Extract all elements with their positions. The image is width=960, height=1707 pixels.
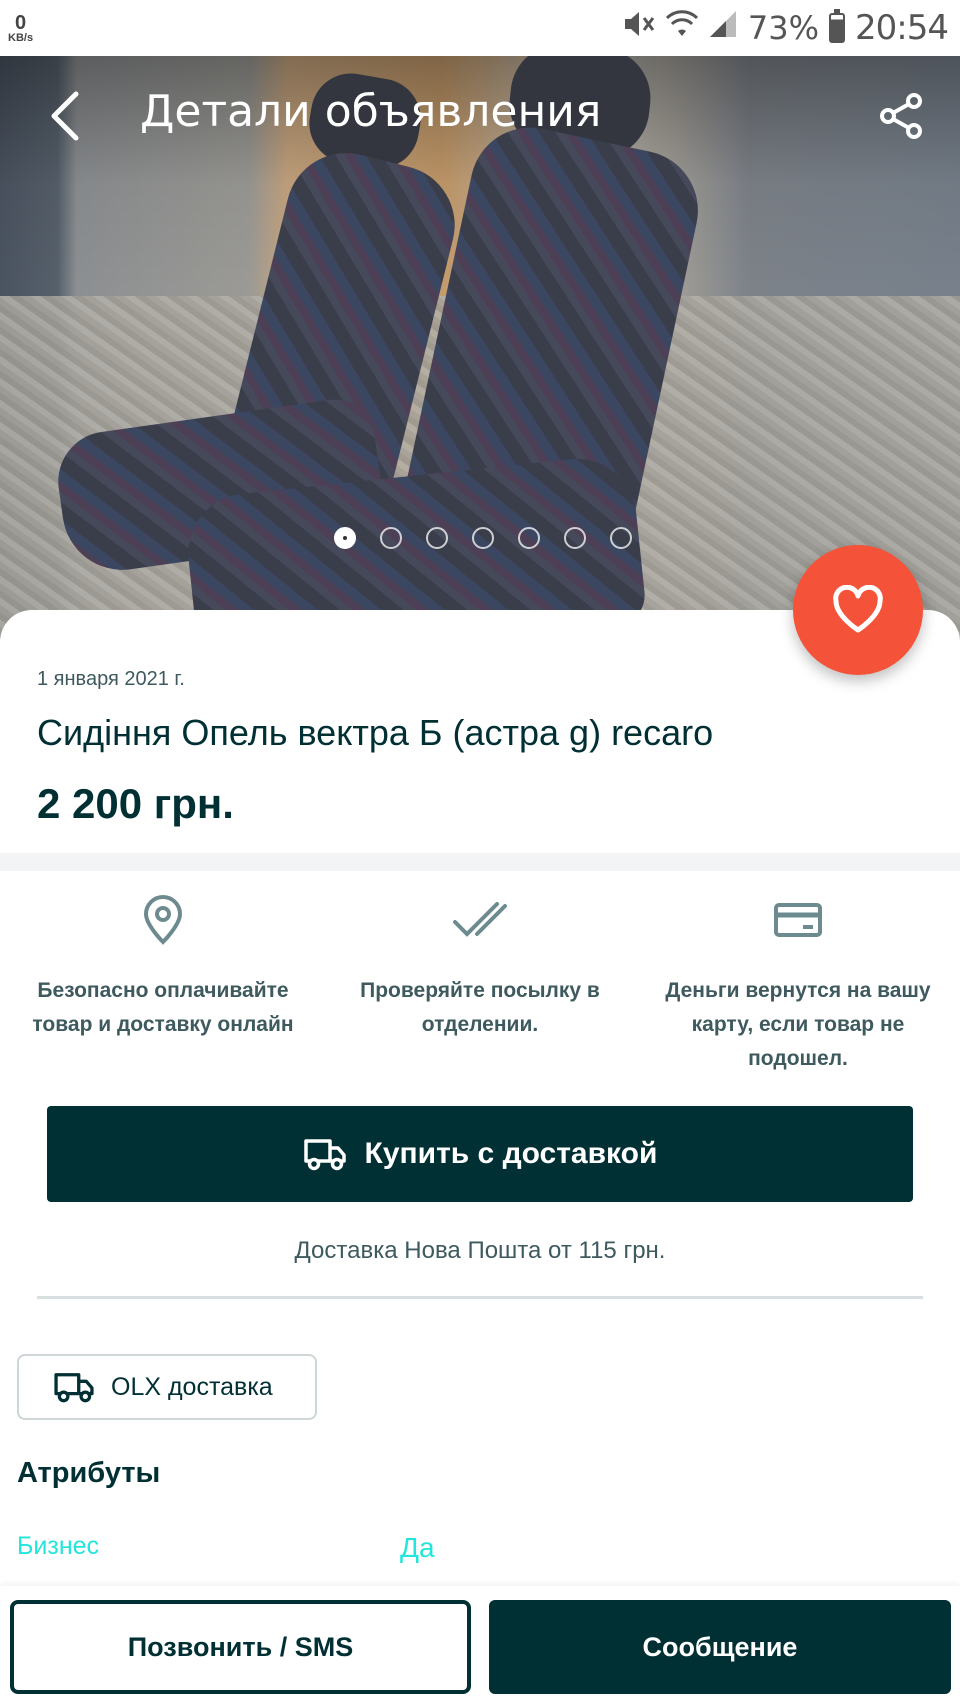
page-title: Детали объявления — [140, 86, 602, 137]
mute-icon — [622, 8, 656, 48]
ad-price: 2 200 грн. — [37, 780, 234, 827]
back-arrow-icon — [51, 91, 79, 141]
olx-delivery-badge: OLX доставка — [17, 1354, 317, 1420]
attribute-key[interactable]: Бизнес — [17, 1532, 99, 1561]
attributes-heading: Атрибуты — [17, 1457, 161, 1489]
feature-safe-payment-text: Безопасно оплачивайте товар и доставку о… — [32, 979, 294, 1036]
network-speed: 0 KB/s — [8, 13, 33, 44]
battery-percent: 73% — [747, 9, 820, 47]
olx-delivery-label: OLX доставка — [111, 1372, 273, 1401]
gallery-dot-2[interactable] — [380, 527, 402, 549]
battery-icon — [829, 9, 846, 43]
signal-icon — [708, 8, 738, 48]
message-button[interactable]: Сообщение — [489, 1600, 951, 1694]
app-bar: Детали объявления — [0, 56, 960, 186]
feature-safe-payment: Безопасно оплачивайте товар и доставку о… — [13, 890, 313, 1042]
network-speed-unit: KB/s — [8, 31, 34, 44]
divider-line — [37, 1296, 923, 1299]
gallery-dot-1[interactable] — [334, 527, 356, 549]
status-icons: 73% 20:54 — [622, 8, 949, 48]
card-icon — [774, 903, 822, 937]
share-icon — [880, 93, 922, 139]
gallery-dot-6[interactable] — [564, 527, 586, 549]
double-check-icon — [453, 902, 507, 937]
network-speed-value: 0 — [14, 11, 27, 34]
feature-check-parcel: Проверяйте посылку в отделении. — [330, 890, 630, 1042]
back-button[interactable] — [40, 86, 90, 146]
feature-money-back-text: Деньги вернутся на вашу карту, если това… — [665, 979, 931, 1070]
gallery-pagination — [0, 527, 960, 555]
gallery-dot-5[interactable] — [518, 527, 540, 549]
feature-check-parcel-text: Проверяйте посылку в отделении. — [360, 979, 600, 1036]
clock: 20:54 — [855, 8, 949, 48]
delivery-price-note: Доставка Нова Пошта от 115 грн. — [294, 1237, 666, 1264]
heart-icon — [833, 585, 883, 633]
feature-money-back: Деньги вернутся на вашу карту, если това… — [648, 890, 948, 1076]
gallery-dot-7[interactable] — [610, 527, 632, 549]
gallery-dot-3[interactable] — [426, 527, 448, 549]
location-pin-icon — [143, 895, 183, 945]
section-divider — [0, 853, 960, 871]
ad-title: Сидіння Опель вектра Б (астра g) recaro — [37, 712, 714, 753]
truck-icon — [303, 1139, 346, 1171]
attribute-value[interactable]: Да — [400, 1532, 435, 1564]
call-sms-button[interactable]: Позвонить / SMS — [10, 1600, 471, 1694]
buy-with-delivery-button[interactable]: Купить с доставкой — [47, 1106, 913, 1202]
favorite-button[interactable] — [793, 545, 923, 675]
share-button[interactable] — [872, 86, 932, 146]
post-date: 1 января 2021 г. — [37, 668, 185, 690]
wifi-icon — [665, 8, 698, 48]
gallery-dot-4[interactable] — [472, 527, 494, 549]
bottom-action-bar: Позвонить / SMS Сообщение — [0, 1586, 960, 1707]
buy-with-delivery-label: Купить с доставкой — [364, 1137, 658, 1170]
truck-icon — [54, 1373, 94, 1403]
delivery-features: Безопасно оплачивайте товар и доставку о… — [0, 890, 960, 1070]
status-bar: 0 KB/s 73% 20:54 — [0, 0, 960, 56]
attribute-row: Бизнес Да — [0, 1532, 960, 1572]
